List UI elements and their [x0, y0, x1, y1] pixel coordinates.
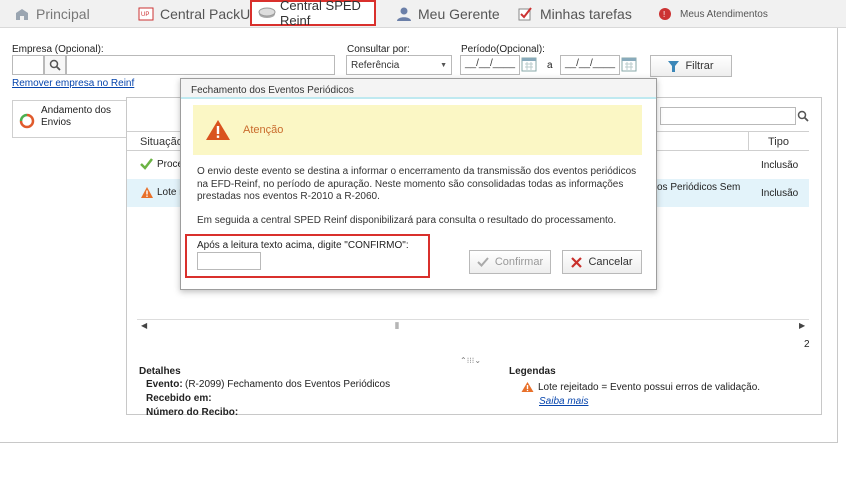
horizontal-scrollbar[interactable]: ◀ ⦀ ▶ [137, 319, 809, 333]
cancelar-button[interactable]: Cancelar [562, 250, 642, 274]
disk-icon [258, 6, 276, 20]
alert-box: Atenção [193, 105, 642, 155]
tab-central-sped-reinf[interactable]: Central SPED Reinf [250, 0, 376, 28]
scroll-left-icon[interactable]: ◀ [141, 321, 147, 330]
date-from-input[interactable]: __/__/____ [460, 55, 520, 75]
tab-meus-atendimentos-label: Meus Atendimentos [680, 8, 768, 20]
date-to-input[interactable]: __/__/____ [560, 55, 620, 75]
empresa-name-input[interactable] [66, 55, 335, 75]
row-situacao: Lote r [157, 187, 183, 198]
warning-icon [521, 382, 534, 392]
alert-title: Atenção [243, 124, 284, 136]
checkbox-icon [518, 7, 534, 21]
details-title: Detalhes [139, 366, 181, 377]
refresh-icon [19, 113, 35, 129]
up-icon: UP [138, 7, 154, 21]
empresa-code-input[interactable] [12, 55, 44, 75]
tab-minhas-tarefas[interactable]: Minhas tarefas [512, 2, 638, 26]
expand-handle-icon[interactable]: ⌃⁝⁝⁝⌄ [460, 356, 481, 365]
check-icon [140, 158, 153, 170]
search-icon [49, 59, 61, 71]
consultar-select-value: Referência [351, 59, 400, 71]
confirm-highlight-box [185, 234, 430, 278]
tab-central-sped-reinf-label: Central SPED Reinf [280, 0, 361, 28]
evento-label: Evento: [146, 379, 183, 390]
tab-meu-gerente-label: Meu Gerente [418, 6, 500, 22]
empresa-label: Empresa (Opcional): [12, 44, 104, 55]
date-separator: a [547, 60, 553, 71]
recebido-label: Recebido em: [146, 393, 212, 404]
tab-minhas-tarefas-label: Minhas tarefas [540, 6, 632, 22]
cancelar-button-label: Cancelar [588, 256, 633, 268]
consultar-label: Consultar por: [347, 44, 410, 55]
svg-text:UP: UP [141, 12, 149, 18]
modal-title-divider [181, 97, 656, 99]
top-tab-bar: Principal UP Central PackUp Central SPED… [0, 0, 846, 28]
person-icon [396, 7, 412, 21]
scroll-grip-icon[interactable]: ⦀ [395, 321, 399, 332]
saiba-mais-link[interactable]: Saiba mais [539, 396, 588, 407]
legend-title: Legendas [509, 366, 556, 377]
tab-central-packup-label: Central PackUp [160, 6, 259, 22]
filtrar-button[interactable]: Filtrar [650, 55, 732, 77]
legend-text: Lote rejeitado = Evento possui erros de … [538, 382, 761, 393]
chevron-down-icon: ▼ [440, 61, 447, 69]
bell-icon: ! [658, 7, 674, 21]
calendar-icon[interactable] [521, 56, 539, 74]
grid-search-input[interactable] [660, 107, 796, 125]
tab-meus-atendimentos[interactable]: ! Meus Atendimentos [652, 2, 774, 26]
tab-meu-gerente[interactable]: Meu Gerente [390, 2, 506, 26]
calendar-icon[interactable] [621, 56, 639, 74]
modal-paragraph-2: Em seguida a central SPED Reinf disponib… [197, 215, 617, 226]
periodo-label: Período(Opcional): [461, 44, 545, 55]
remover-empresa-link[interactable]: Remover empresa no Reinf [12, 78, 134, 89]
grid-search-button[interactable] [794, 107, 812, 125]
scroll-right-icon[interactable]: ▶ [799, 321, 805, 330]
col-situacao[interactable]: Situação [140, 136, 183, 148]
row-tipo: Inclusão [761, 188, 799, 199]
page-count: 2 [804, 339, 810, 350]
tab-principal-label: Principal [36, 6, 90, 22]
tab-central-packup[interactable]: UP Central PackUp [132, 2, 264, 26]
svg-text:!: ! [663, 10, 665, 19]
row-description: os Periódicos Sem [657, 182, 741, 193]
home-icon [14, 7, 30, 21]
sidebar-item-andamento[interactable]: Andamento dos Envios [12, 100, 126, 138]
search-icon [797, 110, 809, 122]
tab-principal[interactable]: Principal [8, 2, 96, 26]
modal-title: Fechamento dos Eventos Periódicos [181, 79, 656, 97]
close-icon [571, 256, 583, 268]
col-divider [748, 131, 749, 151]
confirmar-button-label: Confirmar [494, 256, 544, 268]
confirmar-button[interactable]: Confirmar [469, 250, 551, 274]
warning-icon [206, 120, 230, 140]
filtrar-button-label: Filtrar [685, 60, 714, 72]
filter-icon [668, 60, 680, 72]
recibo-label: Número do Recibo: [146, 407, 239, 418]
consultar-select[interactable]: Referência ▼ [346, 55, 452, 75]
check-icon [477, 257, 489, 267]
col-tipo[interactable]: Tipo [768, 136, 789, 148]
row-tipo: Inclusão [761, 160, 799, 171]
modal-paragraph-1: O envio deste evento se destina a inform… [197, 166, 637, 202]
evento-value: (R-2099) Fechamento dos Eventos Periódic… [185, 379, 391, 390]
empresa-search-button[interactable] [44, 55, 66, 75]
sidebar-item-label: Andamento dos Envios [41, 105, 112, 128]
warning-icon [141, 187, 153, 198]
